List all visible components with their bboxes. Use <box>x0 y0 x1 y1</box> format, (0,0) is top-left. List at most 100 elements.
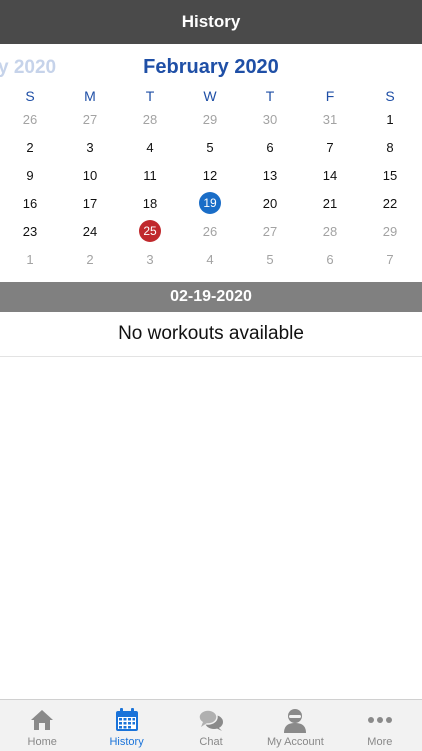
tab-label: My Account <box>266 736 324 748</box>
calendar-day-label: 1 <box>386 111 394 127</box>
calendar-day[interactable]: 27 <box>240 217 300 245</box>
calendar-day-label: 22 <box>382 195 398 211</box>
calendar-day[interactable]: 7 <box>360 245 420 273</box>
calendar-day[interactable]: 1 <box>360 105 420 133</box>
calendar-day[interactable]: 14 <box>300 161 360 189</box>
calendar-day-label: 24 <box>82 223 98 239</box>
calendar-day-label: 23 <box>22 223 38 239</box>
tab-history[interactable]: History <box>84 700 168 751</box>
weekday-label: T <box>145 88 155 104</box>
calendar-day[interactable]: 24 <box>60 217 120 245</box>
calendar-day-label: 30 <box>262 111 278 127</box>
chat-icon <box>198 709 224 731</box>
weekday-label: S <box>25 88 35 104</box>
tab-label: History <box>109 736 144 748</box>
calendar-day[interactable]: 3 <box>120 245 180 273</box>
calendar-day-label: 6 <box>266 139 274 155</box>
calendar-day[interactable]: 4 <box>120 133 180 161</box>
calendar-day[interactable]: 30 <box>240 105 300 133</box>
current-month-title: February 2020 <box>143 56 279 78</box>
tab-chat[interactable]: Chat <box>169 700 253 751</box>
calendar-day-label: 5 <box>206 139 214 155</box>
calendar-day-label: 18 <box>142 195 158 211</box>
calendar-day-today[interactable]: 25 <box>120 217 180 245</box>
tab-home[interactable]: Home <box>0 700 84 751</box>
calendar-day[interactable]: 20 <box>240 189 300 217</box>
calendar-day-grid: 26 27 28 29 30 31 1 2 3 4 5 6 7 8 9 10 11 12 13 14 15 16 17 18 1… <box>0 105 422 273</box>
weekday-label: S <box>385 88 395 104</box>
calendar-day[interactable]: 11 <box>120 161 180 189</box>
weekday-label: M <box>84 88 96 104</box>
calendar-day-label: 8 <box>386 139 394 155</box>
weekday-label: W <box>203 88 217 104</box>
calendar-day[interactable]: 17 <box>60 189 120 217</box>
calendar-day[interactable]: 15 <box>360 161 420 189</box>
calendar-day[interactable]: 31 <box>300 105 360 133</box>
calendar-day-label: 11 <box>143 167 157 183</box>
calendar-day-label: 14 <box>322 167 338 183</box>
user-icon <box>284 709 307 733</box>
calendar-day-label: 12 <box>202 167 218 183</box>
calendar-day[interactable]: 28 <box>300 217 360 245</box>
calendar-day[interactable]: 3 <box>60 133 120 161</box>
calendar-day-label: 29 <box>382 223 398 239</box>
tab-label: Home <box>27 736 57 748</box>
calendar-day-selected[interactable]: 19 <box>180 189 240 217</box>
calendar-day-label: 4 <box>146 139 154 155</box>
calendar-day[interactable]: 9 <box>0 161 60 189</box>
calendar-day[interactable]: 27 <box>60 105 120 133</box>
calendar-day[interactable]: 23 <box>0 217 60 245</box>
calendar-day-label: 17 <box>82 195 98 211</box>
weekday-header: S M T W T F S <box>0 86 422 106</box>
calendar-day[interactable]: 29 <box>180 105 240 133</box>
calendar-day[interactable]: 6 <box>240 133 300 161</box>
calendar-day[interactable]: 10 <box>60 161 120 189</box>
calendar-day-label: 21 <box>322 195 338 211</box>
tab-my-account[interactable]: My Account <box>253 700 337 751</box>
nav-bar: History <box>0 0 422 44</box>
home-icon <box>31 710 54 730</box>
calendar-day[interactable]: 28 <box>120 105 180 133</box>
calendar-day-label: 9 <box>26 167 34 183</box>
calendar-day[interactable]: 1 <box>0 245 60 273</box>
calendar-day-label: 1 <box>26 251 34 267</box>
calendar-day-label: 13 <box>262 167 278 183</box>
weekday-label: T <box>265 88 275 104</box>
calendar-day[interactable]: 8 <box>360 133 420 161</box>
tab-more[interactable]: More <box>338 700 422 751</box>
calendar-day[interactable]: 18 <box>120 189 180 217</box>
calendar-day-label: 2 <box>26 139 34 155</box>
calendar-day[interactable]: 4 <box>180 245 240 273</box>
empty-message: No workouts available <box>118 323 304 344</box>
calendar-day[interactable]: 26 <box>0 105 60 133</box>
calendar-day-label: 19 <box>199 192 221 214</box>
calendar-day[interactable]: 21 <box>300 189 360 217</box>
calendar-day[interactable]: 16 <box>0 189 60 217</box>
calendar-day-label: 27 <box>82 111 98 127</box>
tab-bar: Home History Chat My Account More <box>0 699 422 751</box>
calendar-day-label: 3 <box>146 251 154 267</box>
calendar-day-label: 31 <box>322 111 338 127</box>
calendar-day[interactable]: 2 <box>0 133 60 161</box>
calendar-day-label: 2 <box>86 251 94 267</box>
tab-label: More <box>367 736 393 748</box>
selected-date-label: 02-19-2020 <box>170 288 252 305</box>
calendar-day[interactable]: 22 <box>360 189 420 217</box>
calendar-day[interactable]: 2 <box>60 245 120 273</box>
calendar-day-label: 10 <box>82 167 98 183</box>
calendar-day[interactable]: 29 <box>360 217 420 245</box>
calendar-day[interactable]: 6 <box>300 245 360 273</box>
calendar-day[interactable]: 26 <box>180 217 240 245</box>
calendar-day[interactable]: 7 <box>300 133 360 161</box>
calendar-day-label: 27 <box>262 223 278 239</box>
calendar-day[interactable]: 5 <box>180 133 240 161</box>
calendar-day[interactable]: 5 <box>240 245 300 273</box>
calendar-day-label: 3 <box>86 139 94 155</box>
calendar-day-label: 4 <box>206 251 214 267</box>
calendar[interactable]: y 2020 February 2020 S M T W T F S 26 27 2… <box>0 44 422 282</box>
calendar-day-label: 26 <box>202 223 218 239</box>
workouts-empty-state: No workouts available <box>0 312 422 357</box>
calendar-day[interactable]: 12 <box>180 161 240 189</box>
calendar-day[interactable]: 13 <box>240 161 300 189</box>
page-title: History <box>181 12 241 31</box>
